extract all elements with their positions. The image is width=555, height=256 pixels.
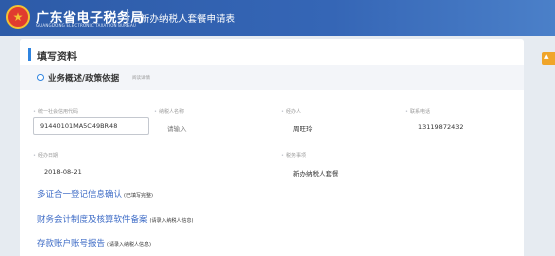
tax-bureau-emblem-icon (6, 5, 30, 29)
brand-subtitle: GUANGDONG ELECTRONIC TAXATION BUREAU (36, 23, 137, 28)
section-title-accent (28, 48, 31, 61)
operator-label: • 经办人 (281, 109, 301, 115)
link-accounting-filing[interactable]: 财务会计制度及核算软件备案 (请录入纳税人信息) (37, 213, 193, 225)
tax-item-label: • 税务事项 (281, 153, 306, 159)
link-bank-account-report[interactable]: 存款账户账号报告 (请录入纳税人信息) (37, 237, 151, 249)
top-header-bar: 广东省电子税务局 GUANGDONG ELECTRONIC TAXATION B… (0, 0, 555, 36)
side-collapse-tab-icon[interactable] (542, 52, 555, 65)
credit-code-input[interactable]: 91440101MA5C49BR48 (33, 117, 149, 135)
link-multi-cert-confirm[interactable]: 多证合一登记信息确认 (已填写完整) (37, 188, 153, 200)
policy-subsection-title[interactable]: 业务概述/政策依据 (48, 72, 119, 84)
operator-value: 周旺玲 (293, 125, 313, 133)
section-title: 填写资料 (37, 52, 77, 63)
credit-code-label: • 统一社会信用代码 (33, 109, 78, 115)
taxpayer-name-input[interactable]: 请输入 (167, 123, 187, 133)
handle-date-value: 2018-08-21 (44, 168, 82, 176)
header-divider (127, 9, 128, 27)
policy-subsection: 业务概述/政策依据 阅读详情 (20, 65, 524, 90)
read-details-link[interactable]: 阅读详情 (132, 75, 150, 81)
page-title: 新办纳税人套餐申请表 (140, 14, 236, 25)
credit-code-value: 91440101MA5C49BR48 (40, 122, 118, 130)
taxpayer-name-label: • 纳税人名称 (154, 109, 184, 115)
phone-value: 13119872432 (418, 123, 464, 131)
radio-dot-icon (37, 74, 44, 81)
handle-date-label: • 经办日期 (33, 153, 58, 159)
tax-item-value: 新办纳税人套餐 (293, 170, 339, 178)
phone-label: • 联系电话 (405, 109, 430, 115)
form-card: 填写资料 业务概述/政策依据 阅读详情 • 统一社会信用代码 91440101MA… (20, 39, 524, 256)
